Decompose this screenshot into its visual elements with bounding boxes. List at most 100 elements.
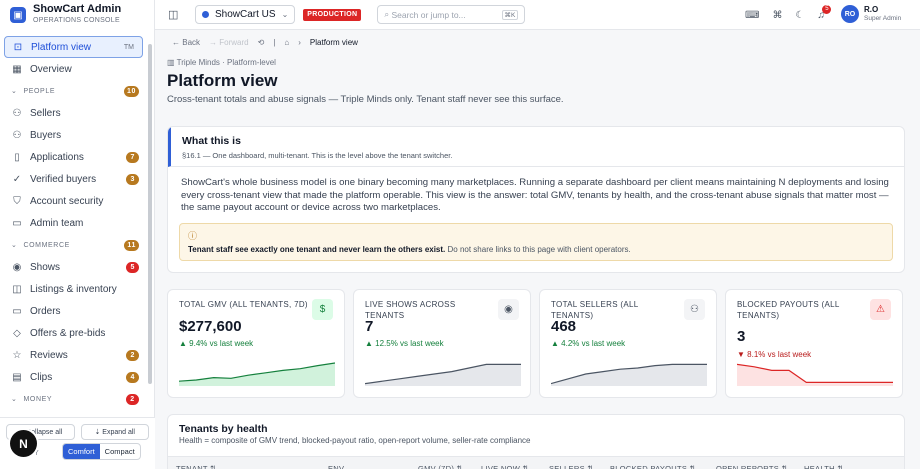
warning-icon: ⓘ — [188, 230, 198, 241]
sidebar-section-people[interactable]: ⌄ PEOPLE 10 — [0, 80, 147, 102]
count-badge: 4 — [126, 371, 139, 383]
sidebar-item-sellers[interactable]: ⚇ Sellers — [0, 102, 147, 124]
sidebar-item-applications[interactable]: ▯ Applications 7 — [0, 146, 147, 168]
back-button[interactable]: ← Back — [172, 38, 200, 47]
sidebar-item-platform-view[interactable]: ⊡ Platform view TM — [4, 36, 143, 58]
sidebar-item-shows[interactable]: ◉ Shows 5 — [0, 256, 147, 278]
count-badge: 2 — [126, 349, 139, 361]
sidebar-item-label: Overview — [30, 63, 72, 75]
page-title: Platform view — [167, 71, 278, 90]
kpi-value: $277,600 — [179, 318, 242, 335]
sidebar-item-reviews[interactable]: ☆ Reviews 2 — [0, 344, 147, 366]
what-this-is-card: What this is §16.1 — One dashboard, mult… — [167, 126, 905, 273]
main-content: ← Back → Forward ⟲ | ⌂ › Platform view ▥… — [155, 31, 920, 469]
command-icon[interactable]: ⌘ — [772, 10, 782, 21]
sidebar-nav: ⊡ Platform view TM ▦ Overview ⌄ PEOPLE 10 ⚇ Se… — [0, 36, 147, 410]
column-header[interactable]: LIVE NOW ⇅ — [481, 464, 529, 469]
building-icon: ▥ — [167, 58, 177, 67]
warning-callout: ⓘ Tenant staff see exactly one tenant an… — [179, 222, 893, 261]
density-toggle: Comfort Compact — [62, 443, 141, 460]
sidebar-item-verified-buyers[interactable]: ✓ Verified buyers 3 — [0, 168, 147, 190]
sidebar-item-offers-pre-bids[interactable]: ◇ Offers & pre-bids — [0, 322, 147, 344]
store-dot-icon — [202, 11, 209, 18]
file-icon: ▯ — [14, 151, 20, 163]
kpi-card: LIVE SHOWS ACROSS TENANTS ◉ 7 ▲ 12.5% vs la… — [353, 289, 531, 398]
store-switcher[interactable]: ShowCart US ⌄ — [195, 5, 296, 24]
sidebar-item-label: Listings & inventory — [30, 283, 117, 295]
card-subtitle: §16.1 — One dashboard, multi-tenant. Thi… — [182, 151, 453, 160]
page-subtitle: Cross-tenant totals and abuse signals — … — [167, 94, 564, 105]
sidebar: ▣ ShowCart Admin OPERATIONS CONSOLE ⊡ Pl… — [0, 0, 155, 469]
home-icon[interactable]: ⌂ — [284, 38, 289, 47]
search-input[interactable]: ⌕ Search or jump to... ⌘K — [377, 5, 526, 24]
globe-icon: ⊡ — [13, 41, 23, 53]
moon-icon[interactable]: ☾ — [795, 10, 804, 21]
brand: ▣ ShowCart Admin OPERATIONS CONSOLE — [0, 0, 154, 30]
team-icon: ▭ — [12, 217, 22, 229]
bell-icon[interactable]: ♫ 5 — [817, 4, 832, 21]
dollar-icon: $ — [312, 299, 333, 320]
sparkline — [365, 363, 521, 386]
chevron-down-icon: ⌄ — [11, 242, 18, 249]
card-title: What this is — [182, 135, 241, 147]
user-menu[interactable]: RO R.O Super Admin — [841, 5, 901, 23]
kpi-value: 7 — [365, 318, 374, 335]
broadcast-icon: ◉ — [498, 299, 519, 320]
column-header[interactable]: GMV (7D) ⇅ — [418, 464, 463, 469]
kpi-value: 3 — [737, 328, 746, 345]
forward-button[interactable]: → Forward — [209, 38, 249, 47]
column-header[interactable]: HEALTH ⇅ — [804, 464, 844, 469]
sidebar-item-orders[interactable]: ▭ Orders — [0, 300, 147, 322]
kpi-delta: ▼ 8.1% vs last week — [737, 350, 812, 359]
sidebar-item-listings-inventory[interactable]: ◫ Listings & inventory — [0, 278, 147, 300]
compact-option[interactable]: Compact — [100, 444, 140, 459]
sparkline — [551, 363, 707, 386]
sidebar-item-label: Applications — [30, 151, 84, 163]
shield-icon: ⛉ — [13, 195, 21, 207]
sidebar-toggle-icon[interactable]: ◫ — [168, 8, 182, 21]
history-icon[interactable]: ⟲ — [258, 38, 265, 47]
forward-label: Forward — [219, 38, 249, 47]
kpi-delta: ▲ 9.4% vs last week — [179, 339, 254, 348]
sidebar-section-money[interactable]: ⌄ MONEY 2 — [0, 388, 147, 410]
column-header[interactable]: BLOCKED PAYOUTS ⇅ — [610, 464, 696, 469]
chevron-down-icon: ⌄ — [281, 10, 289, 19]
sparkline-area — [551, 364, 707, 386]
sidebar-item-buyers[interactable]: ⚇ Buyers — [0, 124, 147, 146]
column-header[interactable]: OPEN REPORTS ⇅ — [716, 464, 788, 469]
sidebar-item-clips[interactable]: ▤ Clips 4 — [0, 366, 147, 388]
sidebar-item-account-security[interactable]: ⛉ Account security — [0, 190, 147, 212]
assistant-fab-button[interactable]: N — [10, 430, 37, 457]
sidebar-scrollbar[interactable] — [148, 44, 152, 384]
count-badge: 2 — [126, 393, 139, 405]
sidebar-section-commerce[interactable]: ⌄ COMMERCE 11 — [0, 234, 147, 256]
breadcrumb-current: Platform view — [309, 38, 358, 47]
store-name: ShowCart US — [215, 9, 276, 20]
tag-icon: ◇ — [13, 327, 21, 339]
eyebrow-text: Triple Minds · Platform-level — [176, 58, 276, 67]
search-icon: ⌕ — [384, 9, 392, 19]
sparkline-area — [365, 364, 521, 386]
sidebar-item-label: Account security — [30, 195, 104, 207]
chevron-right-icon: › — [298, 38, 301, 47]
expand-all-button[interactable]: ⇣ Expand all — [80, 424, 149, 440]
sidebar-item-label: Sellers — [30, 107, 61, 119]
cart-icon: ▭ — [12, 305, 22, 317]
sidebar-item-admin-team[interactable]: ▭ Admin team — [0, 212, 147, 234]
column-header[interactable]: ENV — [328, 464, 344, 469]
column-header[interactable]: SELLERS ⇅ — [549, 464, 594, 469]
arrow-right-icon: → — [209, 38, 220, 47]
sidebar-item-label: Buyers — [30, 129, 62, 141]
user-icon: ⚇ — [12, 129, 22, 141]
column-header[interactable]: TENANT ⇅ — [176, 464, 217, 469]
sidebar-item-label: Orders — [30, 305, 61, 317]
check-circle-icon: ✓ — [12, 173, 22, 185]
sidebar-item-label: Shows — [30, 261, 61, 273]
sidebar-item-overview[interactable]: ▦ Overview — [0, 58, 147, 80]
comfort-option[interactable]: Comfort — [63, 444, 100, 459]
section-label: MONEY — [23, 395, 53, 403]
user-role: Super Admin — [864, 15, 902, 22]
keyboard-icon[interactable]: ⌨ — [745, 10, 759, 21]
kpi-label: TOTAL GMV (ALL TENANTS, 7D) — [179, 300, 308, 309]
count-badge: 11 — [124, 239, 139, 251]
